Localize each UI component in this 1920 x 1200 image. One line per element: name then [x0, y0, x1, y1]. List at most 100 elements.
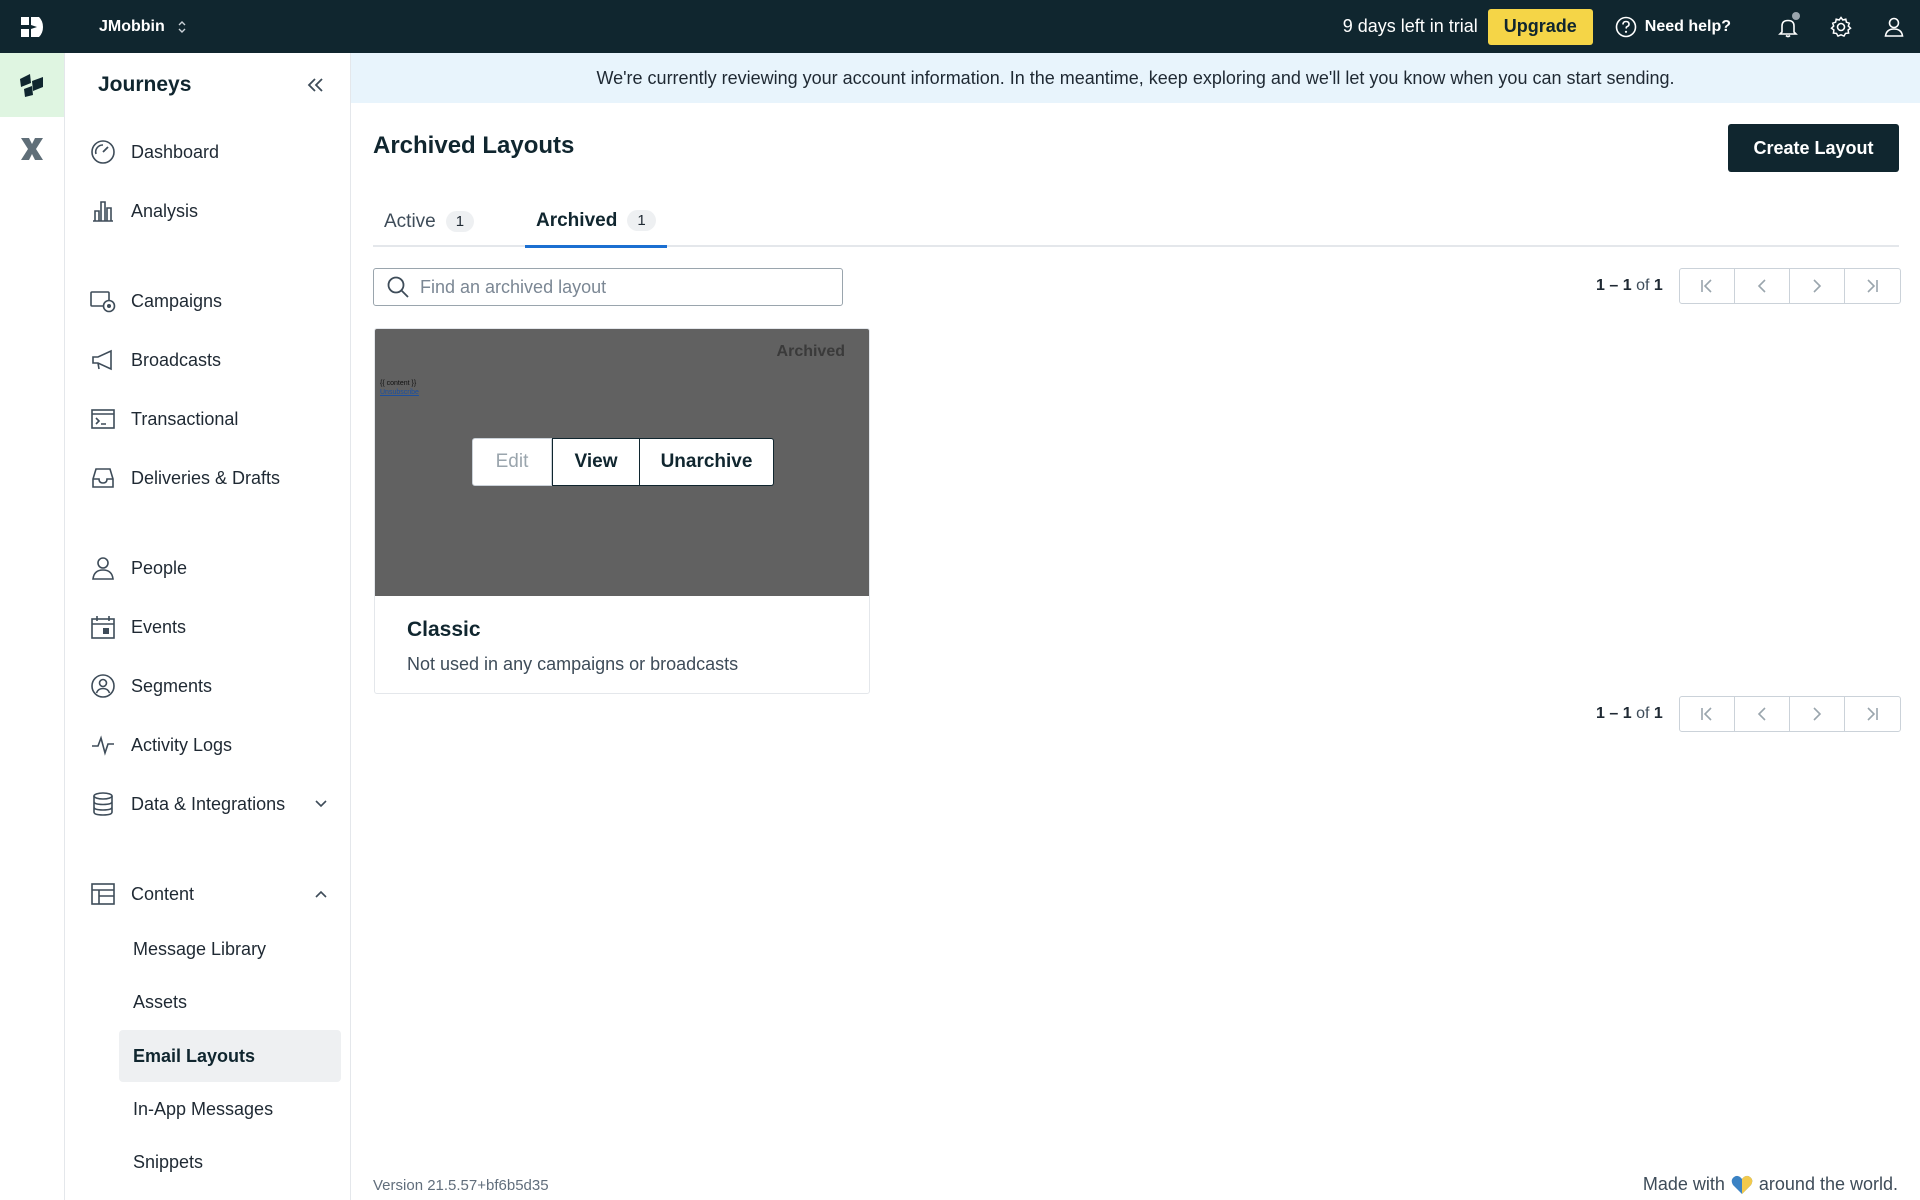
sidebar-item-transactional[interactable]: Transactional — [89, 397, 329, 441]
need-help-label: Need help? — [1644, 17, 1731, 35]
made-prefix: Made with — [1642, 1174, 1725, 1194]
chevron-down-icon — [315, 797, 329, 811]
first-page-icon — [1700, 279, 1712, 293]
sidebar-item-label: Deliveries & Drafts — [131, 467, 281, 488]
workspace-name: JMobbin — [99, 17, 165, 35]
next-page-button[interactable] — [1790, 269, 1845, 303]
person-icon — [92, 557, 114, 580]
archived-tag: Archived — [776, 343, 845, 360]
sidebar-item-label: Content — [131, 883, 195, 904]
database-icon — [93, 792, 113, 816]
search-box — [373, 268, 843, 306]
trial-status: 9 days left in trial — [1342, 16, 1478, 36]
tab-active[interactable]: Active 1 — [373, 196, 485, 247]
search-icon — [387, 276, 409, 298]
tab-bar: Active 1 Archived 1 — [373, 196, 1899, 248]
sidebar-item-content[interactable]: Content — [89, 872, 329, 916]
sidebar-item-label: Segments — [131, 675, 213, 696]
account-review-banner: We're currently reviewing your account i… — [351, 53, 1920, 103]
sidebar-item-label: Transactional — [131, 408, 239, 429]
cross-logo-icon — [21, 138, 43, 160]
last-page-button[interactable] — [1845, 697, 1900, 731]
preview-unsubscribe-link: Unsubscribe — [380, 389, 419, 396]
sidebar-item-label: Events — [131, 616, 187, 637]
prev-page-button[interactable] — [1735, 269, 1790, 303]
sidebar-item-label: Data & Integrations — [131, 793, 286, 814]
tab-label: Archived — [536, 209, 618, 231]
sidebar-item-analysis[interactable]: Analysis — [89, 189, 329, 233]
sidebar-item-deliveries[interactable]: Deliveries & Drafts — [89, 456, 329, 500]
prev-page-button[interactable] — [1735, 697, 1790, 731]
sidebar-item-data-integrations[interactable]: Data & Integrations — [89, 782, 329, 826]
edit-button[interactable]: Edit — [472, 438, 552, 486]
help-circle-icon — [1615, 16, 1637, 37]
campaign-icon — [90, 291, 116, 313]
sidebar-item-events[interactable]: Events — [89, 605, 329, 649]
chevron-left-icon — [1757, 279, 1766, 293]
sidebar-item-broadcasts[interactable]: Broadcasts — [89, 338, 329, 382]
bar-chart-icon — [93, 201, 113, 222]
last-page-icon — [1867, 279, 1879, 293]
first-page-button[interactable] — [1680, 697, 1735, 731]
sidebar: Journeys Dashboard Analysis Campaigns Br… — [65, 53, 351, 1200]
sidebar-item-people[interactable]: People — [89, 546, 329, 590]
sidebar-item-segments[interactable]: Segments — [89, 664, 329, 708]
sidebar-item-in-app-messages[interactable]: In-App Messages — [119, 1083, 341, 1135]
search-input[interactable] — [420, 276, 820, 298]
sidebar-item-label: Analysis — [131, 200, 199, 221]
sidebar-item-campaigns[interactable]: Campaigns — [89, 279, 329, 323]
megaphone-icon — [92, 349, 112, 371]
pulse-icon — [92, 735, 114, 756]
app-logo-icon[interactable] — [0, 0, 64, 53]
need-help-button[interactable]: Need help? — [1615, 16, 1731, 38]
create-layout-button[interactable]: Create Layout — [1728, 124, 1899, 172]
unarchive-button[interactable]: Unarchive — [640, 438, 774, 486]
sidebar-title: Journeys — [98, 73, 192, 96]
user-icon — [1884, 17, 1903, 37]
tab-archived[interactable]: Archived 1 — [525, 196, 667, 248]
sidebar-item-label: Campaigns — [131, 290, 223, 311]
sidebar-item-label: People — [131, 557, 188, 578]
chevron-up-icon — [315, 887, 329, 901]
last-page-button[interactable] — [1845, 269, 1900, 303]
sidebar-item-dashboard[interactable]: Dashboard — [89, 130, 329, 174]
first-page-button[interactable] — [1680, 269, 1735, 303]
user-circle-icon — [91, 674, 115, 698]
view-button[interactable]: View — [552, 438, 640, 486]
sidebar-item-message-library[interactable]: Message Library — [119, 923, 341, 975]
inbox-icon — [92, 468, 114, 488]
sidebar-item-label: Broadcasts — [131, 349, 222, 370]
sidebar-item-label: Activity Logs — [131, 734, 233, 755]
calendar-icon — [91, 616, 115, 639]
chevron-left-icon — [1757, 707, 1766, 721]
preview-content-placeholder: {{ content }} — [380, 380, 417, 387]
pagination-bottom: 1 – 1 of 1 — [1596, 696, 1901, 732]
layout-icon — [91, 883, 115, 905]
terminal-icon — [91, 409, 115, 429]
made-with-text: Made with around the world. — [1643, 1174, 1898, 1195]
sidebar-item-label: Dashboard — [131, 141, 220, 162]
tab-count-badge: 1 — [445, 211, 475, 232]
page-title: Archived Layouts — [373, 132, 575, 159]
chevron-right-icon — [1813, 279, 1821, 293]
settings-button[interactable] — [1814, 0, 1867, 53]
notifications-button[interactable] — [1761, 0, 1814, 53]
app-rail — [0, 53, 65, 1200]
collapse-sidebar-button[interactable] — [304, 73, 328, 97]
pagination-range: 1 – 1 of 1 — [1596, 705, 1663, 722]
layout-card[interactable]: Archived {{ content }} Unsubscribe Edit … — [374, 328, 870, 694]
layout-usage: Not used in any campaigns or broadcasts — [407, 654, 739, 674]
next-page-button[interactable] — [1790, 697, 1845, 731]
rail-other-product[interactable] — [0, 117, 64, 181]
workspace-switcher[interactable]: JMobbin — [99, 18, 187, 36]
made-suffix: around the world. — [1758, 1174, 1898, 1194]
sidebar-item-snippets[interactable]: Snippets — [119, 1136, 341, 1188]
rail-journeys[interactable] — [0, 53, 64, 117]
sidebar-item-assets[interactable]: Assets — [119, 976, 341, 1028]
card-actions: Edit View Unarchive — [472, 438, 774, 486]
upgrade-button[interactable]: Upgrade — [1487, 8, 1593, 45]
sidebar-item-activity-logs[interactable]: Activity Logs — [89, 723, 329, 767]
sidebar-item-email-layouts[interactable]: Email Layouts — [119, 1030, 341, 1082]
account-button[interactable] — [1867, 0, 1920, 53]
top-bar: JMobbin 9 days left in trial Upgrade Nee… — [0, 0, 1920, 53]
